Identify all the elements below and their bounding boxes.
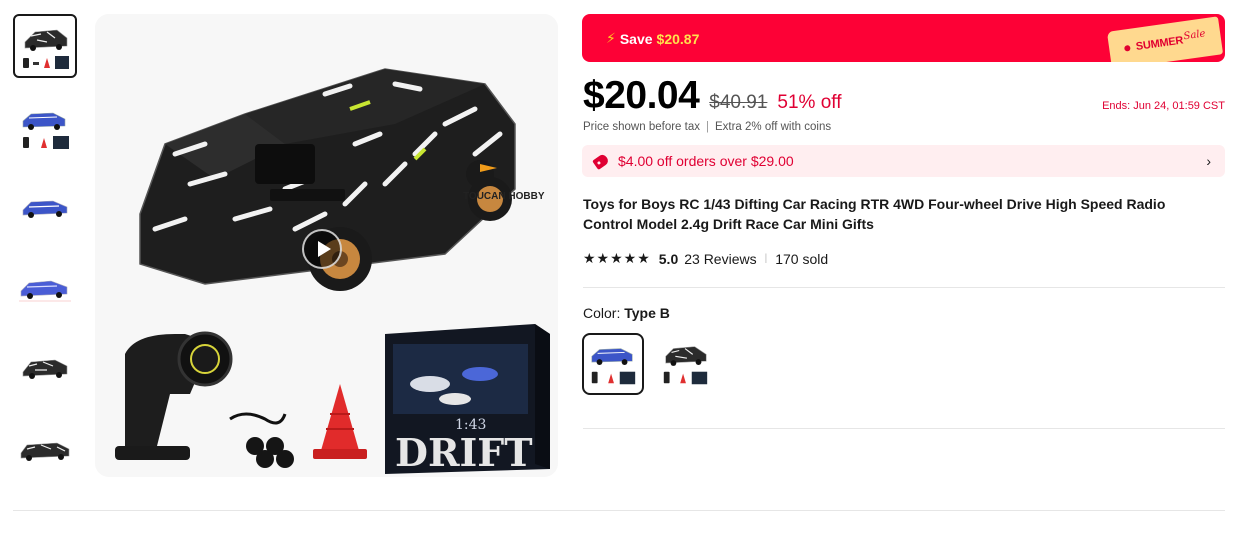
divider (13, 510, 1225, 511)
thumbnail-2[interactable] (13, 95, 77, 159)
thumbnail-1[interactable] (13, 14, 77, 78)
rating-row: ★★★★★ 5.0 23 Reviews | 170 sold (583, 250, 828, 267)
promo-banner: ⚡ Save $20.87 SUMMER Sale (582, 14, 1225, 62)
original-price: $40.91 (709, 92, 768, 113)
save-amount-value: $20.87 (656, 30, 700, 47)
divider (583, 428, 1225, 429)
coupon-bar[interactable]: $4.00 off orders over $29.00 › (582, 145, 1225, 177)
color-option-type-a[interactable] (654, 333, 716, 395)
separator: | (705, 121, 709, 133)
thumbnail-3[interactable] (13, 176, 77, 240)
thumbnail-6[interactable] (13, 419, 77, 483)
summer-sale-badge: SUMMER Sale (1106, 16, 1224, 62)
thumbnail-strip (13, 14, 79, 500)
coupon-text: $4.00 off orders over $29.00 (618, 153, 794, 169)
product-thumbnail-icon (20, 442, 70, 461)
tax-note-row: Price shown before tax | Extra 2% off wi… (583, 121, 831, 133)
reviews-link[interactable]: 23 Reviews (684, 251, 756, 267)
watermark-text: TOUCAN HOBBY (463, 191, 545, 202)
star-rating-icon: ★★★★★ (583, 250, 651, 266)
variant-selected-value: Type B (624, 305, 670, 321)
rating-score: 5.0 (658, 250, 679, 267)
chevron-right-icon: › (1206, 153, 1211, 169)
separator: | (764, 253, 768, 264)
play-video-button[interactable] (302, 229, 342, 269)
box-title-text: DRIFT (395, 430, 533, 475)
blue-car-swatch-icon (591, 348, 636, 385)
color-option-type-b[interactable] (582, 333, 644, 395)
box-scale-text: 1:43 (455, 417, 486, 433)
main-product-image[interactable]: TOUCAN HOBBY DRIFT 1:43 (95, 14, 558, 477)
coins-note: Extra 2% off with coins (714, 121, 832, 133)
badge-dot-icon (1123, 44, 1131, 52)
tax-note: Price shown before tax (583, 121, 700, 133)
variant-label: Color: Type B (583, 305, 670, 321)
product-thumbnail-icon (22, 112, 69, 149)
current-price: $20.04 (583, 74, 700, 117)
lightning-icon: ⚡ (606, 30, 616, 46)
coupon-tag-icon (592, 152, 610, 170)
discount-percent: 51% off (777, 92, 842, 113)
sold-count: 170 sold (775, 250, 829, 267)
product-title: Toys for Boys RC 1/43 Difting Car Racing… (583, 196, 1166, 232)
product-thumbnail-icon (19, 280, 71, 302)
play-icon (317, 241, 331, 257)
price-row: $20.04 $40.91 51% off (583, 74, 842, 118)
product-thumbnail-icon (22, 359, 68, 379)
black-car-swatch-icon (663, 346, 708, 385)
save-amount-label: ⚡ Save $20.87 (606, 30, 700, 47)
product-thumbnail-icon (23, 29, 69, 69)
thumbnail-5[interactable] (13, 338, 77, 402)
sale-end-time: Ends: Jun 24, 01:59 CST (1102, 100, 1225, 112)
thumbnail-4[interactable] (13, 257, 77, 321)
divider (583, 287, 1225, 288)
product-thumbnail-icon (22, 200, 68, 218)
